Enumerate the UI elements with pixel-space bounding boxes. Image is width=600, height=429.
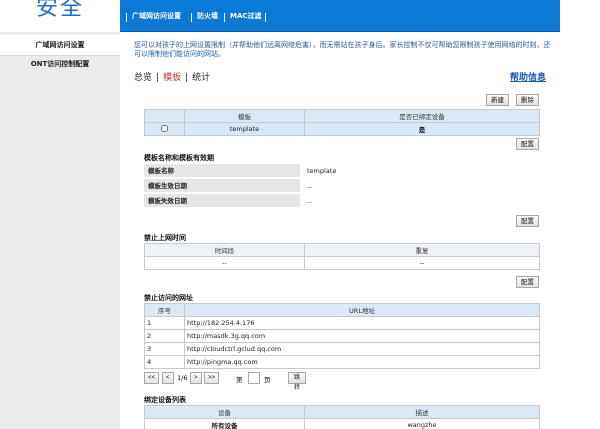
top-nav: 广域网访问设置 防火墙 MAC过滤 [120, 0, 560, 32]
field-value-template-name: template [307, 167, 337, 175]
url-index-cell: 1 [144, 316, 185, 330]
field-label-template-name: 模板名称 [144, 164, 300, 178]
url-cell: http://cloudctrl.gclud.qq.com [184, 342, 540, 356]
table-header-row: 设备 描述 [144, 405, 540, 419]
page-description: 您可以对孩子的上网设置限制（并帮助他们远离网络危害），而无需站在孩子身后。家长控… [134, 41, 551, 58]
delete-button[interactable]: 删除 [516, 94, 539, 106]
row-checkbox[interactable] [161, 124, 168, 132]
goto-page-prefix: 第 [236, 376, 243, 384]
table-header-row: 模板 是否已绑定设备 [144, 109, 540, 123]
section-title-validity: 模板名称和模板有效期 [144, 154, 214, 162]
nav-tab-mac-filter[interactable]: MAC过滤 [230, 11, 262, 21]
section-title-blocked-urls: 禁止访问的网址 [144, 294, 193, 302]
next-page-button[interactable]: > [190, 372, 202, 384]
nav-divider [126, 13, 127, 22]
url-index-cell: 3 [144, 342, 185, 356]
column-header-device: 设备 [144, 405, 305, 419]
table-row[interactable]: template 是 [144, 122, 540, 136]
tab-separator: | [156, 73, 160, 83]
main-content: 您可以对孩子的上网设置限制（并帮助他们远离网络危害），而无需站在孩子身后。家长控… [120, 32, 560, 429]
goto-page-button[interactable]: 跳转 [288, 372, 307, 391]
section-title-blocked-time: 禁止上网时间 [144, 234, 186, 242]
configure-button[interactable]: 配置 [516, 138, 539, 150]
prev-page-button[interactable]: < [162, 372, 174, 384]
bound-status-cell: 是 [304, 122, 540, 136]
nav-divider [191, 13, 192, 22]
nav-divider [265, 13, 266, 22]
new-button[interactable]: 新建 [486, 94, 509, 106]
column-header-bound: 是否已绑定设备 [304, 109, 540, 123]
url-cell: http://masdk.3g.qq.com [184, 329, 540, 343]
url-index-cell: 2 [144, 329, 185, 343]
brand-title: 安全 [36, 0, 85, 21]
field-value-start-date: -- [307, 183, 312, 191]
tab-statistics[interactable]: 统计 [192, 73, 210, 83]
sidebar-item-ont-access-control[interactable]: ONT访问控制配置 [0, 54, 120, 75]
nav-divider [224, 13, 225, 22]
blocked-url-table: 序号 URL地址 1 http://182.254.4.176 2 http:/… [144, 303, 540, 369]
column-header-select [144, 109, 185, 123]
blocked-time-table: 时间段 重复 -- -- [144, 243, 540, 270]
column-header-url: URL地址 [184, 303, 540, 317]
table-row: 3 http://cloudctrl.gclud.qq.com [144, 342, 540, 356]
template-name-cell: template [184, 122, 305, 136]
tab-overview[interactable]: 总览 [134, 73, 152, 83]
url-index-cell: 4 [144, 355, 185, 369]
bound-device-table: 设备 描述 所有设备 wangzhe [144, 405, 540, 429]
tab-template[interactable]: 模板 [163, 73, 181, 83]
column-header-repeat: 重复 [304, 243, 540, 257]
help-link[interactable]: 帮助信息 [510, 70, 546, 83]
top-header: 安全 广域网访问设置 防火墙 MAC过滤 [0, 0, 600, 32]
time-range-cell: -- [144, 256, 305, 270]
field-value-end-date: -- [307, 198, 312, 206]
sidebar: 广域网访问设置 ONT访问控制配置 [0, 32, 120, 429]
page-indicator: 1/6 [177, 374, 188, 382]
section-title-bound-devices: 绑定设备列表 [144, 396, 186, 404]
tab-separator: | [185, 73, 189, 83]
field-label-end-date: 模板失效日期 [144, 194, 300, 208]
field-label-start-date: 模板生效日期 [144, 179, 300, 193]
sub-tabs: 总览 | 模板 | 统计 [134, 70, 210, 83]
row-select-cell [144, 122, 185, 136]
goto-page-suffix: 页 [264, 376, 271, 384]
table-row: 所有设备 wangzhe [144, 418, 540, 429]
template-table: 模板 是否已绑定设备 template 是 [144, 109, 540, 136]
table-header-row: 时间段 重复 [144, 243, 540, 257]
device-cell: 所有设备 [144, 418, 305, 429]
table-row: 1 http://182.254.4.176 [144, 316, 540, 330]
description-cell: wangzhe [304, 418, 540, 429]
first-page-button[interactable]: << [144, 372, 160, 384]
column-header-time-range: 时间段 [144, 243, 305, 257]
url-cell: http://pingma.qq.com [184, 355, 540, 369]
nav-tab-wan-access[interactable]: 广域网访问设置 [132, 11, 181, 21]
column-header-template: 模板 [184, 109, 305, 123]
sidebar-item-wan-access[interactable]: 广域网访问设置 [0, 35, 120, 56]
column-header-description: 描述 [304, 405, 540, 419]
url-cell: http://182.254.4.176 [184, 316, 540, 330]
configure-button[interactable]: 配置 [516, 276, 539, 288]
last-page-button[interactable]: >> [204, 372, 220, 384]
table-row: 2 http://masdk.3g.qq.com [144, 329, 540, 343]
table-header-row: 序号 URL地址 [144, 303, 540, 317]
repeat-cell: -- [304, 256, 540, 270]
table-row: 4 http://pingma.qq.com [144, 355, 540, 369]
nav-tab-firewall[interactable]: 防火墙 [197, 11, 218, 21]
column-header-index: 序号 [144, 303, 185, 317]
goto-page-input[interactable] [248, 372, 260, 384]
table-row: -- -- [144, 256, 540, 270]
configure-button[interactable]: 配置 [516, 215, 539, 227]
